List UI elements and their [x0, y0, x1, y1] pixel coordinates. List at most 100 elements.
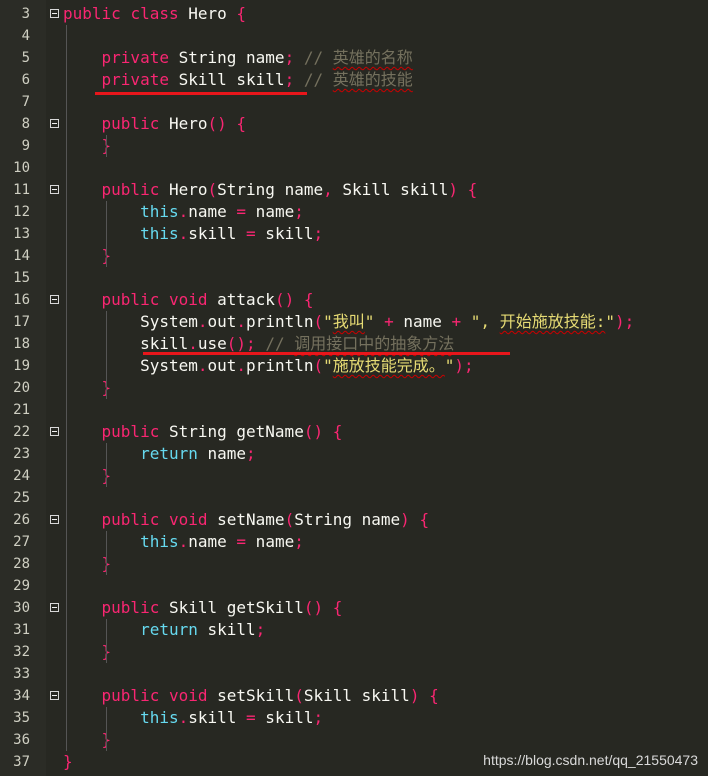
- code-token: =: [246, 224, 256, 243]
- code-text: this.skill = skill;: [63, 707, 323, 729]
- code-token: .: [178, 224, 189, 243]
- code-token: +: [451, 312, 462, 331]
- line-number: 22: [13, 424, 30, 440]
- line-number: 3: [21, 6, 30, 22]
- code-token: ;: [284, 70, 295, 89]
- code-line: 15: [0, 267, 708, 289]
- code-token: =: [246, 708, 256, 727]
- line-number: 36: [13, 732, 30, 748]
- code-token: System: [63, 312, 198, 331]
- code-token: this: [140, 532, 179, 551]
- line-number: 29: [13, 578, 30, 594]
- code-token: public: [101, 686, 160, 705]
- code-text: }: [63, 377, 112, 399]
- code-token: public: [101, 180, 160, 199]
- indent-guide: [106, 135, 107, 157]
- code-token: ", 开始施放技能:": [470, 312, 615, 331]
- code-token: void: [168, 510, 208, 529]
- code-token: skill: [197, 620, 256, 639]
- line-number: 8: [21, 116, 30, 132]
- line-number: 27: [13, 534, 30, 550]
- indent-guide: [106, 201, 107, 267]
- code-token: "我叫": [323, 312, 375, 331]
- code-token: public: [101, 114, 160, 133]
- code-token: Skill skill: [303, 686, 410, 705]
- code-editor[interactable]: 3 public class Hero {4 5 private String na…: [0, 0, 708, 776]
- code-token: name: [246, 202, 295, 221]
- code-token: public: [101, 598, 160, 617]
- code-token: attack: [207, 290, 275, 309]
- code-text: }: [63, 135, 112, 157]
- fold-toggle-icon[interactable]: [50, 427, 59, 436]
- fold-toggle-icon[interactable]: [50, 119, 59, 128]
- indent-guide: [106, 443, 107, 487]
- line-number: 14: [13, 248, 30, 264]
- code-text: public void setSkill(Skill skill) {: [63, 685, 439, 707]
- code-text: }: [63, 729, 112, 751]
- code-token: String name: [168, 48, 285, 67]
- code-token: return: [140, 620, 198, 639]
- line-number: 7: [21, 94, 30, 110]
- code-token: .: [197, 356, 208, 375]
- fold-toggle-icon[interactable]: [50, 9, 59, 18]
- code-token: public: [101, 510, 160, 529]
- code-text: private Skill skill; // 英雄的技能: [63, 69, 413, 91]
- code-text: System.out.println("我叫" + name + ", 开始施放…: [63, 311, 634, 333]
- line-number: 6: [21, 72, 30, 88]
- line-number: 9: [21, 138, 30, 154]
- line-number: 31: [13, 622, 30, 638]
- code-text: }: [63, 245, 112, 267]
- code-text: private String name; // 英雄的名称: [63, 47, 413, 69]
- code-token: "施放技能完成。": [323, 356, 455, 375]
- code-token: this: [140, 708, 179, 727]
- code-token: skill: [255, 224, 314, 243]
- code-line: 22 public String getName() {: [0, 421, 708, 443]
- code-line: 3 public class Hero {: [0, 3, 708, 25]
- code-token: public: [101, 290, 160, 309]
- code-token: // 调用接口中的抽象方法: [265, 334, 455, 353]
- code-text: }: [63, 641, 112, 663]
- code-token: ) {: [400, 510, 430, 529]
- code-text: public class Hero {: [63, 3, 246, 25]
- line-number: 18: [13, 336, 30, 352]
- line-number: 35: [13, 710, 30, 726]
- code-token: name: [393, 312, 452, 331]
- line-number: 37: [13, 754, 30, 770]
- code-token: void: [168, 686, 208, 705]
- code-line: 21: [0, 399, 708, 421]
- line-number: 34: [13, 688, 30, 704]
- code-text: this.name = name;: [63, 531, 304, 553]
- code-token: Skill skill: [332, 180, 449, 199]
- fold-toggle-icon[interactable]: [50, 515, 59, 524]
- code-token: .: [236, 356, 247, 375]
- fold-toggle-icon[interactable]: [50, 185, 59, 194]
- code-token: ,: [323, 180, 333, 199]
- code-token: () {: [303, 598, 343, 617]
- fold-toggle-icon[interactable]: [50, 691, 59, 700]
- code-token: skill: [188, 708, 247, 727]
- code-token: public: [101, 422, 160, 441]
- fold-toggle-icon[interactable]: [50, 295, 59, 304]
- code-token: println: [246, 312, 314, 331]
- code-token: (: [313, 356, 324, 375]
- fold-toggle-icon[interactable]: [50, 603, 59, 612]
- code-token: );: [454, 356, 474, 375]
- code-token: .: [197, 312, 208, 331]
- code-text: return name;: [63, 443, 256, 465]
- code-token: out: [207, 312, 237, 331]
- line-number: 28: [13, 556, 30, 572]
- code-token: ;: [284, 48, 295, 67]
